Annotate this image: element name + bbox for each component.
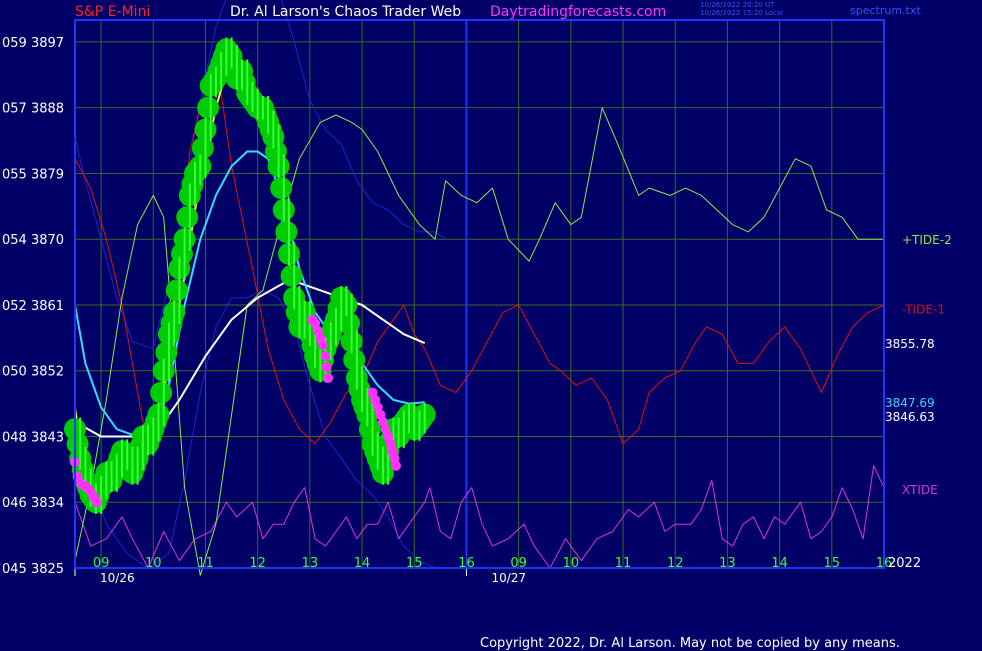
y-tick-label: 057 3888 [2,102,64,117]
chart-series [74,0,885,576]
copyright-notice: Copyright 2022, Dr. Al Larson. May not b… [480,636,900,651]
price-dot [176,206,199,229]
right-series-label: 3847.69 [885,396,935,410]
right-series-label: +TIDE-2 [902,233,952,247]
filename-label: spectrum.txt [850,4,921,17]
timestamp-local: 10/26/2022 15:20 Local [700,9,784,17]
plot-border [74,19,885,569]
date-tick-label: 10/26 [100,571,135,585]
year-label: 2022 [888,556,921,571]
magenta-dot [320,351,331,362]
y-tick-label: 050 3852 [2,365,64,380]
chart-axes: 045 3825 046 3834 048 3843 050 3852 052 3861… [2,19,952,585]
magenta-dot [317,340,328,351]
price-dot [275,220,298,243]
magenta-dot [91,497,102,508]
symbol-title: S&P E-Mini [75,4,151,20]
right-series-label: 3855.78 [885,337,935,351]
timestamp-ut: 10/26/2022 20:20 UT [700,1,775,9]
right-series-label: 3846.63 [885,410,935,424]
y-tick-label: 054 3870 [2,233,64,248]
price-dot [270,177,293,200]
site-url-link[interactable]: Daytradingforecasts.com [490,4,666,20]
right-series-label: -TIDE-1 [902,303,945,317]
price-dot [280,264,303,287]
price-dot [197,96,220,119]
chart-svg: 045 3825 046 3834 048 3843 050 3852 052 3861… [2,0,952,585]
y-tick-label: 046 3834 [2,496,64,511]
magenta-dot [390,460,401,471]
y-tick-label: 052 3861 [2,299,64,314]
chart-grid [75,20,885,569]
magenta-dot [323,373,334,384]
chart-markers [64,37,436,514]
y-tick-label: 055 3879 [2,167,64,182]
right-series-label: XTIDE [902,483,938,497]
date-tick-label: 10/27 [491,571,526,585]
y-tick-label: 048 3843 [2,430,64,445]
y-tick-label: 045 3825 [2,562,64,577]
price-dot [150,381,173,404]
site-title: Dr. Al Larson's Chaos Trader Web [230,4,462,20]
price-dot [165,279,188,302]
magenta-dot [321,362,332,373]
y-tick-label: 059 3897 [2,36,64,51]
